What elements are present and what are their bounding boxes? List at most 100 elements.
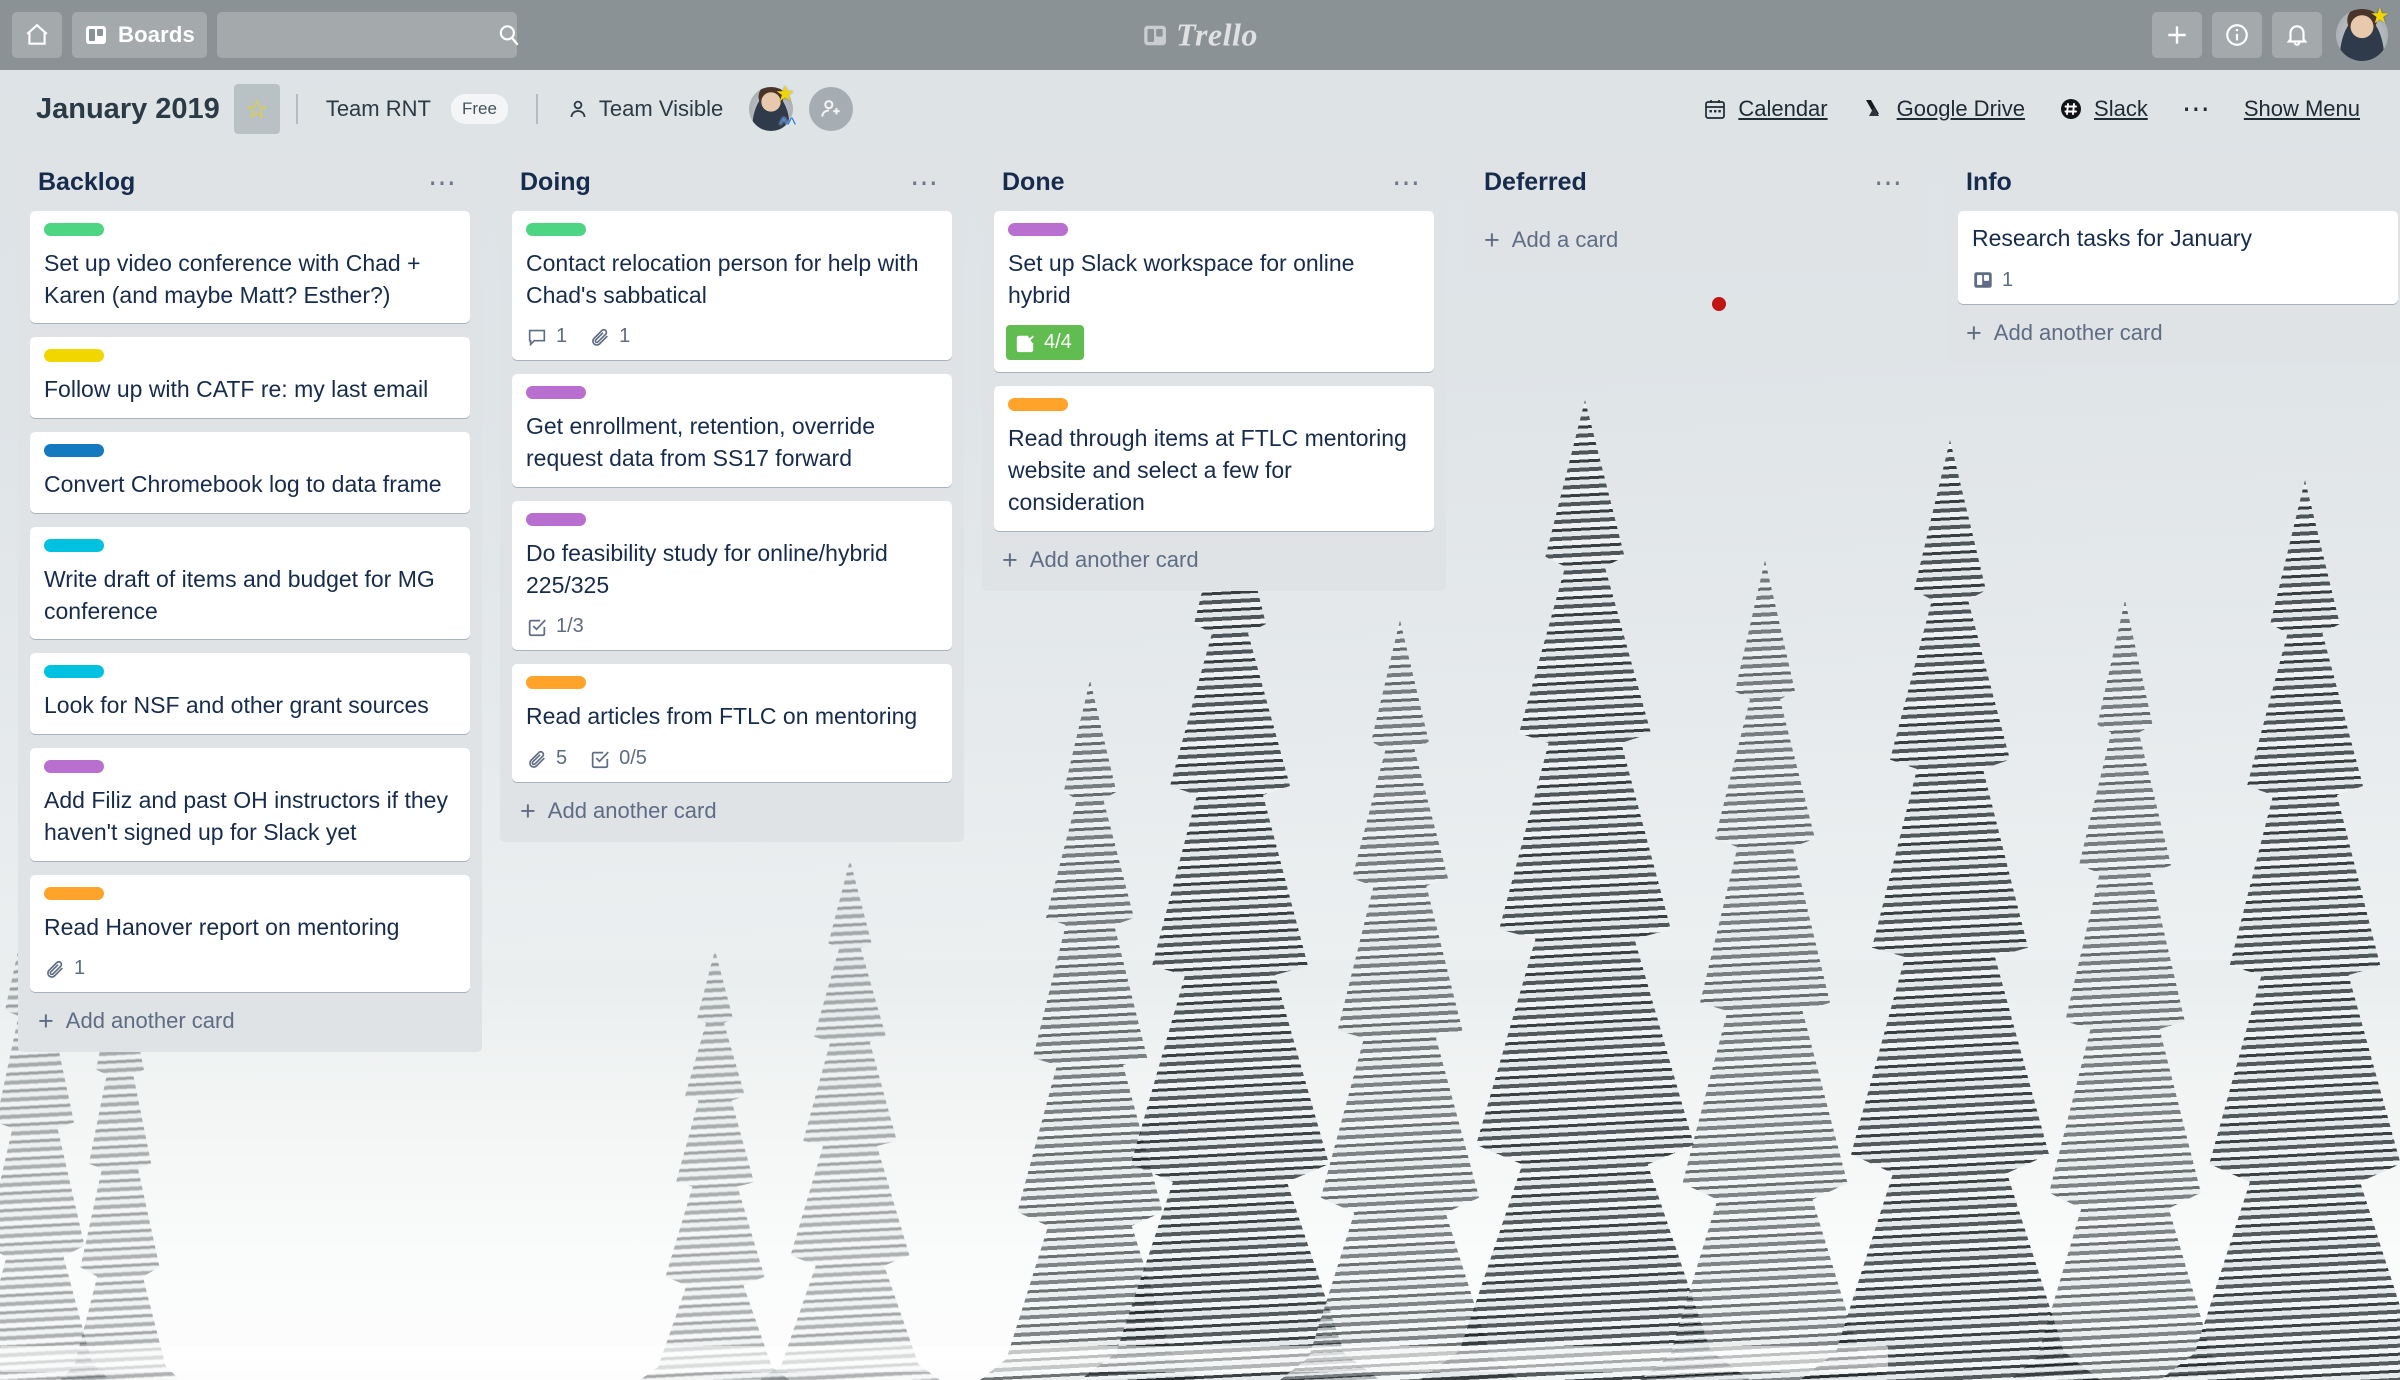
card[interactable]: Set up video conference with Chad + Kare… [30, 211, 470, 324]
card-title: Add Filiz and past OH instructors if the… [44, 787, 448, 845]
label-orange[interactable] [1008, 398, 1068, 412]
list-title[interactable]: Doing [520, 168, 591, 197]
ellipsis-icon[interactable]: ⋯ [902, 168, 946, 196]
card[interactable]: Follow up with CATF re: my last email [30, 337, 470, 419]
home-icon [24, 22, 50, 48]
card[interactable]: Set up Slack workspace for online hybrid… [994, 211, 1434, 373]
card[interactable]: Read articles from FTLC on mentoring 5 0/5 [512, 664, 952, 783]
slack-link[interactable]: Slack [2045, 88, 2162, 130]
card[interactable]: Get enrollment, retention, override requ… [512, 374, 952, 487]
scrollbar-thumb[interactable] [0, 1346, 1888, 1372]
search-input[interactable] [231, 23, 496, 47]
divider [295, 94, 298, 124]
search-icon[interactable] [496, 22, 522, 48]
label-green[interactable] [44, 223, 104, 236]
list-title[interactable]: Deferred [1484, 168, 1587, 197]
badge-text: 1/3 [556, 615, 584, 638]
calendar-icon [1703, 97, 1727, 121]
card-title: Contact relocation person for help with … [526, 250, 919, 308]
label-blue[interactable] [44, 444, 104, 458]
card-labels [526, 223, 938, 236]
label-purple[interactable] [526, 386, 586, 400]
user-avatar[interactable]: ★ [2336, 5, 2390, 61]
add-card-button[interactable]: + Add another card [500, 782, 964, 830]
badge-checklist-complete: 4/4 [1006, 325, 1084, 361]
checklist-icon [589, 748, 611, 770]
label-yellow[interactable] [44, 349, 104, 363]
add-card-label: Add another card [547, 798, 717, 824]
calendar-link[interactable]: Calendar [1689, 88, 1841, 130]
add-button[interactable] [2152, 12, 2202, 58]
person-icon [566, 97, 590, 121]
star-board-button[interactable]: ☆ [233, 84, 280, 134]
list-header[interactable]: Done ⋯ [982, 150, 1446, 211]
card-labels [526, 512, 938, 526]
card[interactable]: Write draft of items and budget for MG c… [30, 526, 470, 640]
calendar-label: Calendar [1738, 96, 1828, 121]
ellipsis-icon[interactable]: ⋯ [420, 168, 464, 196]
card-labels [44, 444, 456, 458]
add-card-button[interactable]: + Add another card [18, 992, 482, 1040]
list-title[interactable]: Backlog [38, 168, 135, 197]
list-header[interactable]: Doing ⋯ [500, 150, 964, 211]
card[interactable]: Do feasibility study for online/hybrid 2… [512, 500, 952, 651]
cursor-marker [1712, 297, 1726, 311]
list-doing: Doing ⋯ Contact relocation person for help… [500, 150, 964, 843]
label-purple[interactable] [526, 512, 586, 526]
add-card-button[interactable]: + Add another card [1946, 304, 2400, 352]
card[interactable]: Read through items at FTLC mentoring web… [994, 386, 1434, 531]
list-header[interactable]: Backlog ⋯ [18, 150, 482, 211]
card[interactable]: Contact relocation person for help with … [512, 211, 952, 361]
add-member-button[interactable] [809, 87, 854, 131]
page-title[interactable]: January 2019 [26, 87, 230, 132]
card[interactable]: Research tasks for January 1 [1958, 211, 2398, 304]
card[interactable]: Add Filiz and past OH instructors if the… [30, 748, 470, 861]
card-title: Read Hanover report on mentoring [44, 913, 400, 940]
card[interactable]: Look for NSF and other grant sources [30, 653, 470, 735]
team-button[interactable]: Team RNT Free [314, 84, 520, 134]
add-card-button[interactable]: + Add another card [982, 531, 1446, 579]
home-button[interactable] [12, 12, 62, 58]
search-box[interactable] [217, 12, 519, 58]
info-button[interactable] [2212, 12, 2262, 58]
card-labels [44, 886, 456, 900]
label-green[interactable] [526, 223, 586, 236]
label-orange[interactable] [44, 886, 104, 900]
visibility-button[interactable]: Team Visible [554, 86, 735, 132]
horizontal-scrollbar[interactable] [0, 1346, 2400, 1372]
board-lists: Backlog ⋯ Set up video conference with Cha… [0, 150, 2400, 1380]
card-labels [526, 676, 938, 690]
card-badges: 11 [526, 325, 938, 348]
list-title[interactable]: Done [1002, 168, 1065, 197]
card[interactable]: Convert Chromebook log to data frame [30, 432, 470, 513]
label-orange[interactable] [526, 676, 586, 690]
card-badges: 5 0/5 [526, 747, 938, 770]
more-powerups-button[interactable]: ⋯ [2168, 95, 2224, 123]
badge-text: 1 [2002, 268, 2014, 291]
ellipsis-icon: ⋯ [2181, 93, 2210, 124]
list-header[interactable]: Deferred ⋯ [1464, 150, 1928, 211]
card-title: Follow up with CATF re: my last email [44, 376, 429, 403]
notifications-button[interactable] [2272, 12, 2322, 58]
checklist-icon [1014, 332, 1036, 354]
badge-text: 1 [556, 325, 568, 348]
trello-board-icon [1142, 22, 1168, 48]
boards-button[interactable]: Boards [72, 12, 207, 58]
card-title: Convert Chromebook log to data frame [44, 471, 442, 498]
card[interactable]: Read Hanover report on mentoring 1 [30, 874, 470, 993]
list-header[interactable]: Info [1946, 150, 2400, 211]
add-card-button[interactable]: + Add a card [1464, 211, 1928, 259]
ellipsis-icon[interactable]: ⋯ [1866, 168, 1910, 196]
badge-comment: 1 [526, 325, 567, 348]
board-member-avatar[interactable]: ★ ^^ [749, 83, 796, 135]
show-menu-button[interactable]: Show Menu [2230, 88, 2374, 130]
google-drive-link[interactable]: Google Drive [1848, 88, 2039, 130]
list-title[interactable]: Info [1966, 168, 2012, 197]
card-title: Look for NSF and other grant sources [44, 692, 429, 719]
ellipsis-icon[interactable]: ⋯ [1384, 168, 1428, 196]
label-purple[interactable] [1008, 223, 1068, 236]
label-sky[interactable] [44, 665, 104, 679]
label-purple[interactable] [44, 760, 104, 774]
trello-logo[interactable]: Trello [1142, 17, 1258, 54]
label-sky[interactable] [44, 538, 104, 552]
